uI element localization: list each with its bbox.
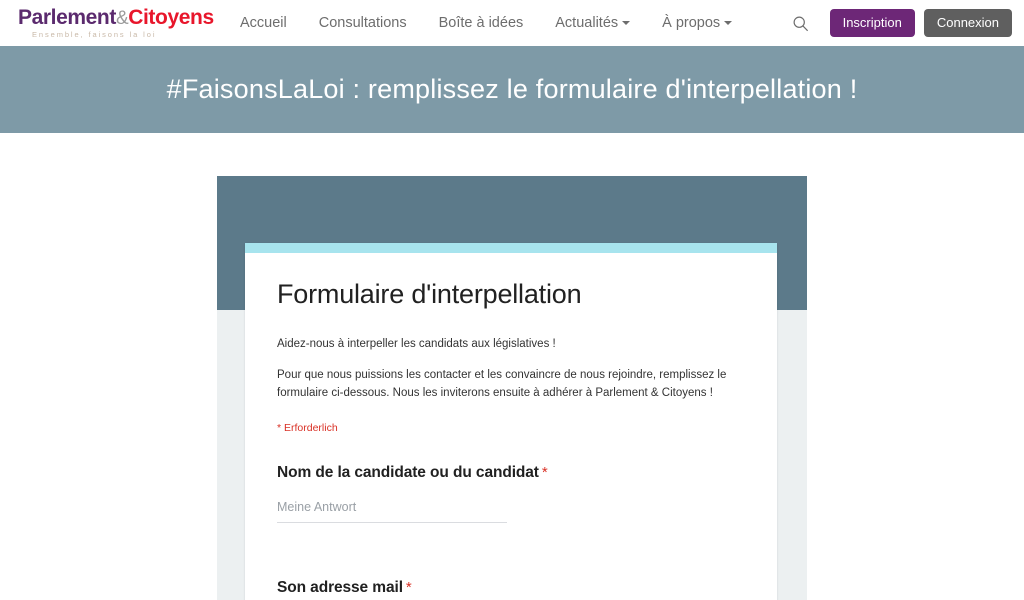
question-spacer [277,523,745,549]
main-navigation: Accueil Consultations Boîte à idées Actu… [224,0,748,46]
nav-item-accueil[interactable]: Accueil [224,0,303,46]
form-title: Formulaire d'interpellation [277,279,582,309]
question-label-text: Son adresse mail [277,579,403,597]
nav-item-boite-a-idees-label: Boîte à idées [438,15,524,31]
logo-text-citoyens: Citoyens [128,6,214,30]
signup-button[interactable]: Inscription [829,8,915,38]
form-card: Formulaire d'interpellation Aidez-nous à… [245,243,777,600]
logo-text-parlement: Parlement [18,6,116,30]
logo-tagline: Ensemble, faisons la loi [32,30,157,40]
chevron-down-icon [724,21,733,26]
form-accent-bar [245,243,777,253]
form-description-line-1: Aidez-nous à interpeller les candidats a… [277,338,556,350]
logo-wordmark: Parlement&Citoyens [18,7,214,28]
question-label-candidate-email: Son adresse mail * [277,579,745,597]
nav-item-a-propos-label: À propos [662,15,721,31]
nav-item-actualites-label: Actualités [555,15,619,31]
form-question-candidate-email: Son adresse mail * [277,579,745,600]
hero-banner: #FaisonsLaLoi : remplissez le formulaire… [0,46,1024,133]
page-title: #FaisonsLaLoi : remplissez le formulaire… [166,74,858,104]
candidate-name-input[interactable] [277,500,507,524]
nav-item-accueil-label: Accueil [240,15,287,31]
navbar-actions: Inscription Connexion [784,6,1024,40]
required-fields-note: * Erforderlich [277,422,338,435]
question-label-candidate-name: Nom de la candidate ou du candidat * [277,464,745,482]
nav-item-a-propos[interactable]: À propos [646,0,748,46]
required-asterisk: * [405,579,412,597]
nav-item-consultations[interactable]: Consultations [303,0,423,46]
nav-item-actualites[interactable]: Actualités [539,0,646,46]
logo-ampersand: & [115,8,129,30]
login-button[interactable]: Connexion [923,8,1012,38]
nav-item-boite-a-idees[interactable]: Boîte à idées [423,0,540,46]
required-asterisk: * [541,464,548,482]
form-body: Formulaire d'interpellation Aidez-nous à… [245,253,777,600]
nav-item-consultations-label: Consultations [318,15,407,31]
embedded-form-frame: Formulaire d'interpellation Aidez-nous à… [217,176,807,600]
chevron-down-icon [622,21,631,26]
site-logo[interactable]: Parlement&Citoyens Ensemble, faisons la … [18,7,214,39]
form-question-candidate-name: Nom de la candidate ou du candidat * [277,464,745,524]
search-icon[interactable] [784,6,818,40]
top-navbar: Parlement&Citoyens Ensemble, faisons la … [0,0,1024,46]
question-label-text: Nom de la candidate ou du candidat [277,464,539,482]
form-description-line-2: Pour que nous puissions les contacter et… [277,368,727,399]
